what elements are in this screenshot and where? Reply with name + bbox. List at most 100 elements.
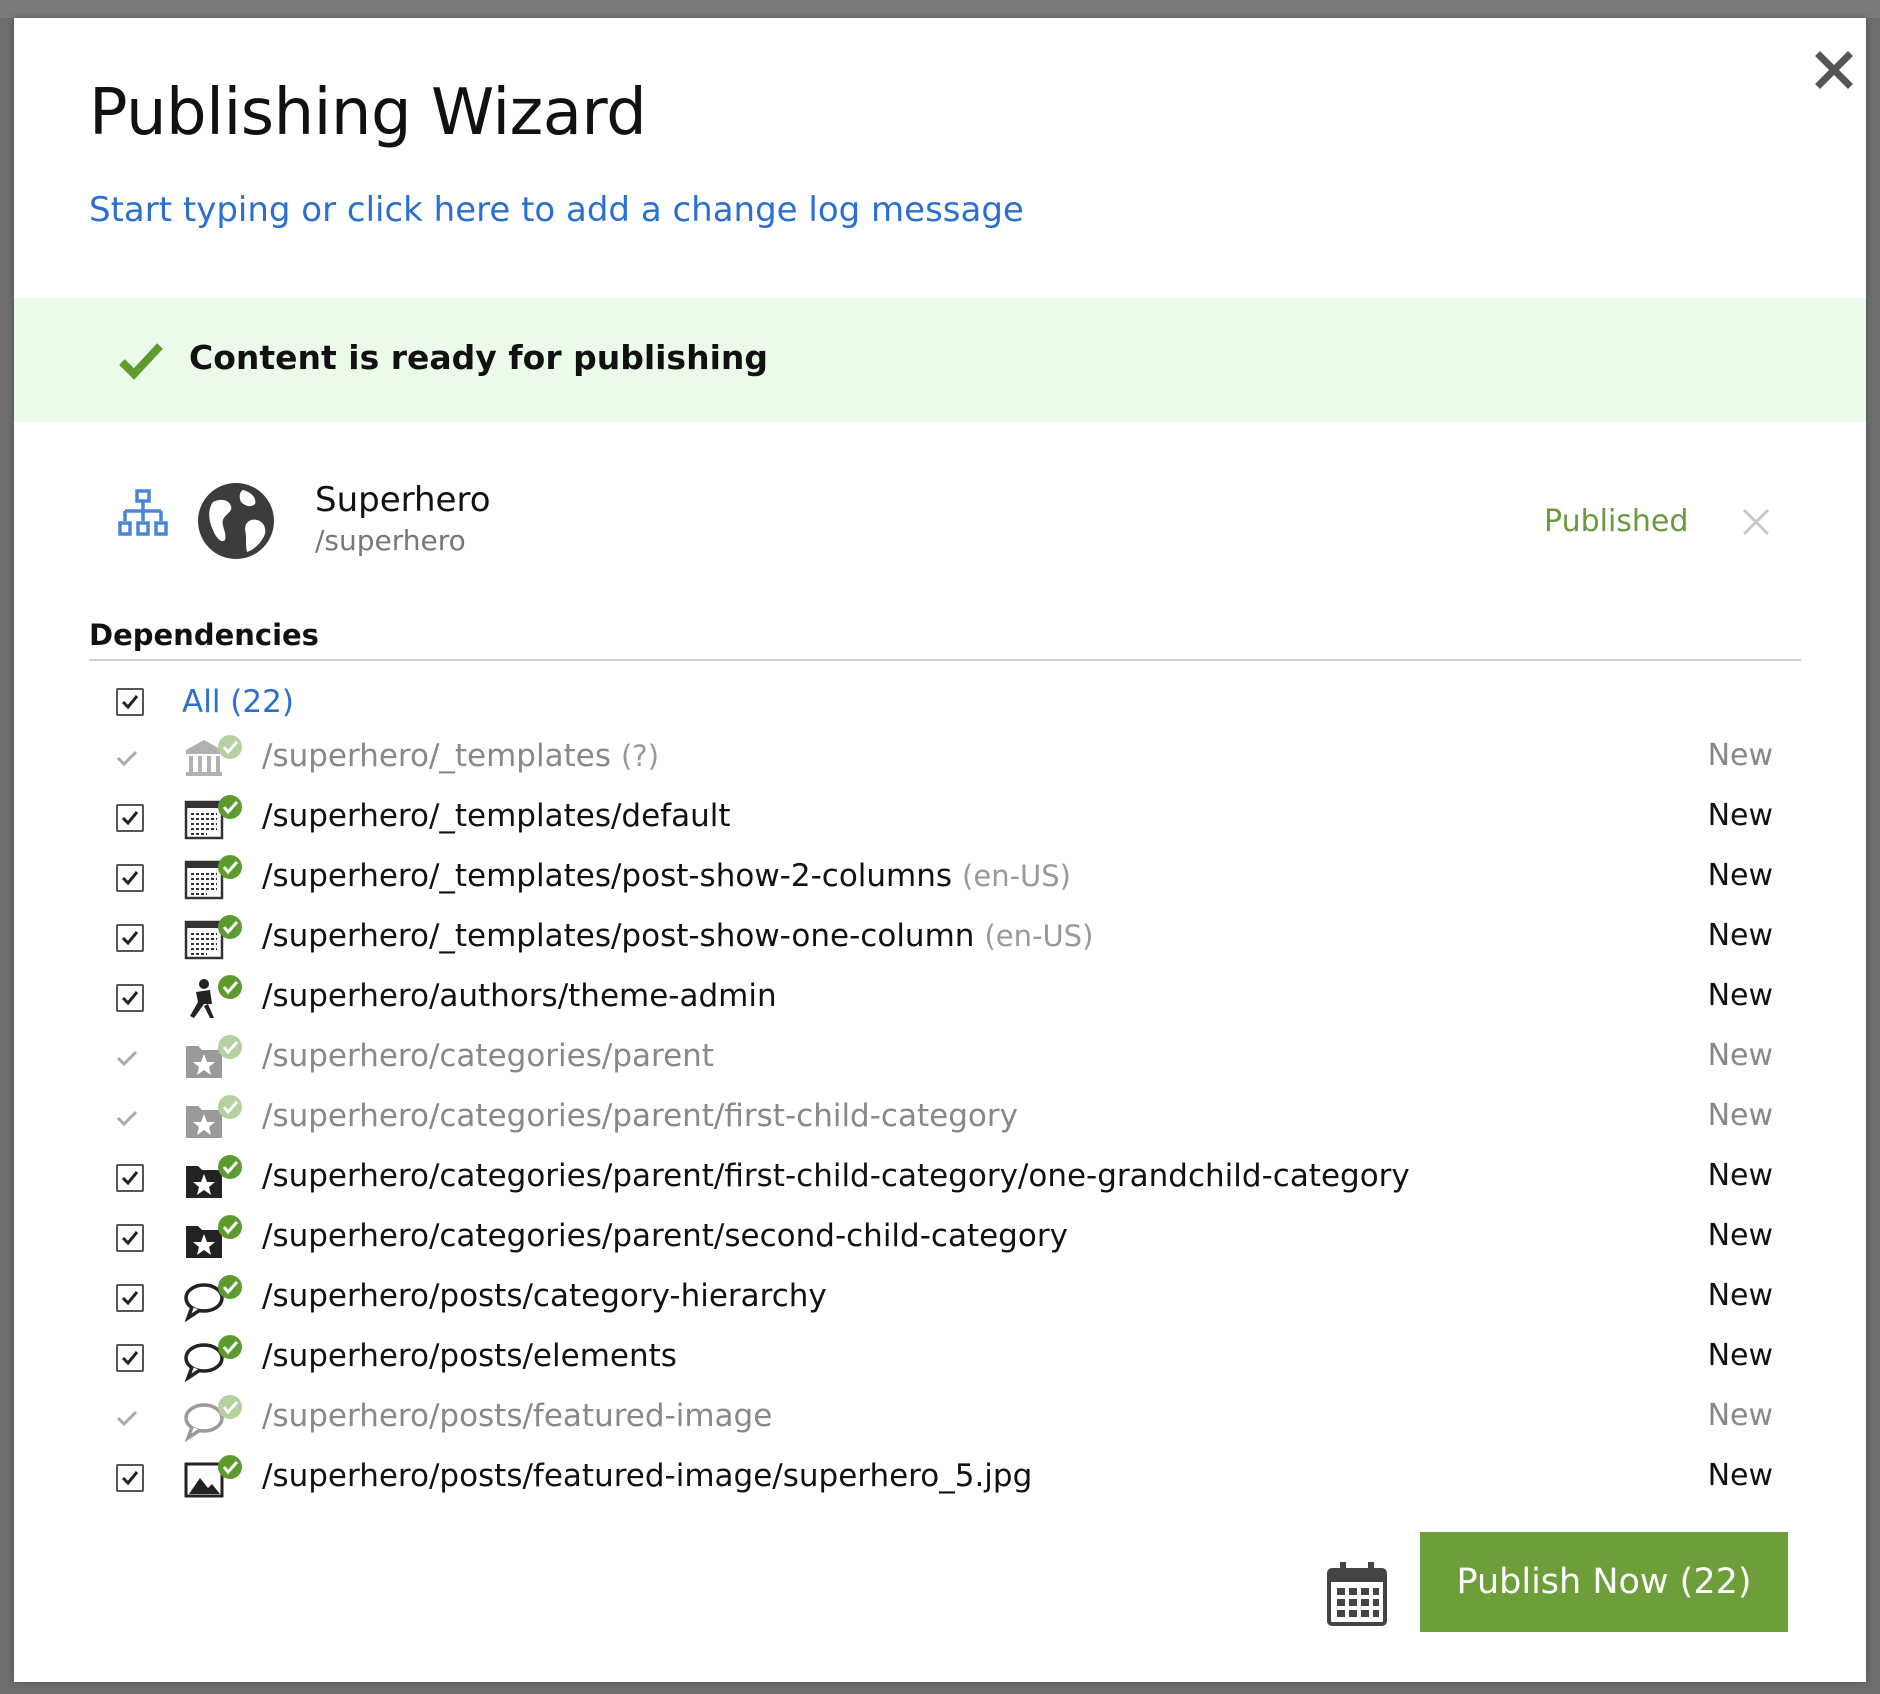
root-item: Superhero /superhero Published xyxy=(14,458,1866,568)
template-icon xyxy=(184,915,242,960)
dependency-status: New xyxy=(1707,1278,1773,1313)
included-check-icon xyxy=(116,750,138,767)
post-icon xyxy=(184,1275,242,1322)
dependency-status: New xyxy=(1707,1038,1773,1073)
dependency-checkbox[interactable] xyxy=(116,1224,144,1252)
dependency-path-text: /superhero/authors/theme-admin xyxy=(262,978,777,1014)
dependency-status: New xyxy=(1707,798,1773,833)
dependency-path-text: /superhero/_templates/post-show-2-column… xyxy=(262,858,953,894)
select-all-label[interactable]: All (22) xyxy=(182,684,294,720)
dependency-path-text: /superhero/categories/parent/first-child… xyxy=(262,1158,1410,1194)
root-item-name: Superhero xyxy=(315,480,491,520)
included-check-icon xyxy=(116,1110,138,1127)
dependency-checkbox[interactable] xyxy=(116,924,144,952)
category-icon xyxy=(186,1215,242,1258)
dependency-row: /superhero/authors/theme-admin New xyxy=(89,968,1801,1028)
dependency-checkbox[interactable] xyxy=(116,1284,144,1312)
dependency-path: /superhero/posts/featured-image xyxy=(262,1398,772,1434)
dependency-checkbox[interactable] xyxy=(116,984,144,1012)
dependencies-divider xyxy=(89,659,1801,661)
dependency-status: New xyxy=(1707,918,1773,953)
dependency-path-text: /superhero/_templates/default xyxy=(262,798,731,834)
author-icon xyxy=(190,975,242,1018)
dependency-path: /superhero/authors/theme-admin xyxy=(262,978,777,1014)
image-icon xyxy=(184,1455,242,1498)
dependency-row: /superhero/categories/parent/second-chil… xyxy=(89,1208,1801,1268)
dependency-locale: (en-US) xyxy=(984,919,1094,953)
banner-text: Content is ready for publishing xyxy=(189,338,768,377)
dependency-row: /superhero/_templates/post-show-one-colu… xyxy=(89,908,1801,968)
dependency-checkbox[interactable] xyxy=(116,1164,144,1192)
included-check-icon xyxy=(116,1050,138,1067)
publishing-wizard-dialog: Publishing Wizard Start typing or click … xyxy=(14,18,1866,1682)
dependencies-heading: Dependencies xyxy=(89,618,319,652)
dependency-path: /superhero/posts/featured-image/superher… xyxy=(262,1458,1032,1494)
template-icon xyxy=(184,855,242,900)
root-item-status: Published xyxy=(1544,504,1689,539)
dependency-status: New xyxy=(1707,1218,1773,1253)
dependency-status: New xyxy=(1707,738,1773,773)
dependency-status: New xyxy=(1707,1098,1773,1133)
dependency-path: /superhero/categories/parent/first-child… xyxy=(262,1158,1410,1194)
dependency-path: /superhero/posts/elements xyxy=(262,1338,677,1374)
dependency-status: New xyxy=(1707,1458,1773,1493)
dependency-path-text: /superhero/posts/elements xyxy=(262,1338,677,1374)
changelog-message-link[interactable]: Start typing or click here to add a chan… xyxy=(89,190,1024,230)
dependency-path: /superhero/_templates/post-show-2-column… xyxy=(262,858,1071,894)
dependency-locale: (?) xyxy=(620,739,660,773)
sitemap-icon[interactable] xyxy=(117,488,169,540)
root-item-path: /superhero xyxy=(315,524,466,557)
close-icon[interactable] xyxy=(1804,40,1864,100)
dependency-row: /superhero/posts/elements New xyxy=(89,1328,1801,1388)
dependency-path-text: /superhero/posts/category-hierarchy xyxy=(262,1278,827,1314)
dependency-row: /superhero/_templates/post-show-2-column… xyxy=(89,848,1801,908)
publish-now-button[interactable]: Publish Now (22) xyxy=(1420,1532,1788,1632)
dependency-row: /superhero/_templates (?) New xyxy=(89,728,1801,788)
template-icon xyxy=(184,795,242,840)
dependency-row: /superhero/posts/featured-image New xyxy=(89,1388,1801,1448)
select-all-checkbox[interactable] xyxy=(116,688,144,716)
dependency-path-text: /superhero/categories/parent/first-child… xyxy=(262,1098,1018,1134)
dependency-status: New xyxy=(1707,1158,1773,1193)
dependency-row: /superhero/posts/category-hierarchy New xyxy=(89,1268,1801,1328)
checkmark-icon xyxy=(119,343,163,380)
dependency-path: /superhero/categories/parent/second-chil… xyxy=(262,1218,1068,1254)
dependency-path: /superhero/_templates/post-show-one-colu… xyxy=(262,918,1093,954)
dependency-status: New xyxy=(1707,978,1773,1013)
dependency-row: /superhero/categories/parent/first-child… xyxy=(89,1088,1801,1148)
dependency-checkbox[interactable] xyxy=(116,1464,144,1492)
dependency-status: New xyxy=(1707,858,1773,893)
dependency-path: /superhero/posts/category-hierarchy xyxy=(262,1278,827,1314)
dependency-path-text: /superhero/_templates xyxy=(262,738,611,774)
category-icon xyxy=(186,1155,242,1198)
dependency-locale: (en-US) xyxy=(962,859,1071,893)
dependency-checkbox[interactable] xyxy=(116,864,144,892)
included-check-icon xyxy=(116,1410,138,1427)
calendar-schedule-icon[interactable] xyxy=(1326,1560,1388,1628)
dependency-checkbox[interactable] xyxy=(116,804,144,832)
dependency-path: /superhero/_templates (?) xyxy=(262,738,659,774)
dependency-status: New xyxy=(1707,1398,1773,1433)
page-backdrop xyxy=(0,0,1880,18)
dependencies-list[interactable]: All (22) /superhero/_templates (?) New/sup… xyxy=(89,678,1801,1500)
dependency-row: /superhero/_templates/default New xyxy=(89,788,1801,848)
category-icon xyxy=(186,1095,242,1138)
dependency-path: /superhero/categories/parent/first-child… xyxy=(262,1098,1018,1134)
dependency-row: /superhero/categories/parent New xyxy=(89,1028,1801,1088)
dialog-title: Publishing Wizard xyxy=(89,76,647,150)
dependency-checkbox[interactable] xyxy=(116,1344,144,1372)
category-icon xyxy=(186,1035,242,1078)
dependency-row: /superhero/posts/featured-image/superher… xyxy=(89,1448,1801,1500)
dependency-path-text: /superhero/categories/parent xyxy=(262,1038,714,1074)
select-all-row: All (22) xyxy=(89,678,1801,728)
template-folder-icon xyxy=(186,735,242,776)
ready-banner: Content is ready for publishing xyxy=(14,298,1866,422)
dependency-path-text: /superhero/_templates/post-show-one-colu… xyxy=(262,918,975,954)
dependency-path-text: /superhero/posts/featured-image xyxy=(262,1398,773,1434)
dependency-path: /superhero/categories/parent xyxy=(262,1038,714,1074)
dependency-path-text: /superhero/categories/parent/second-chil… xyxy=(262,1218,1068,1254)
globe-icon xyxy=(198,483,274,559)
dependency-path-text: /superhero/posts/featured-image/superher… xyxy=(262,1458,1033,1494)
dependency-status: New xyxy=(1707,1338,1773,1373)
remove-item-icon[interactable] xyxy=(1738,504,1774,540)
